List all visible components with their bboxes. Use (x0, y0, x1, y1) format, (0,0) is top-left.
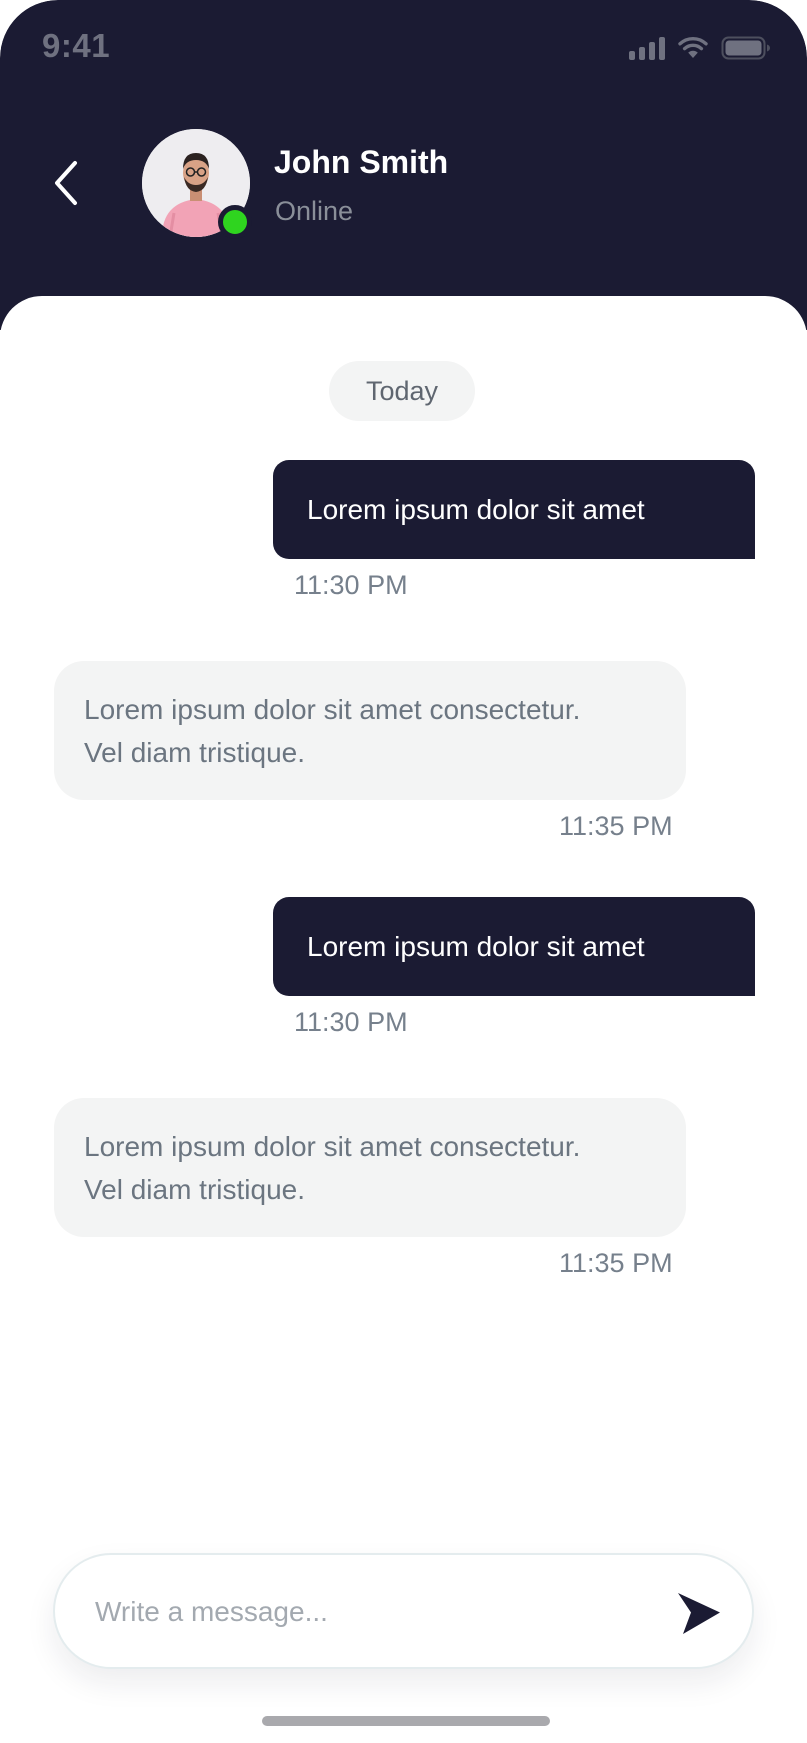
back-button[interactable] (46, 150, 86, 216)
message-composer (53, 1553, 754, 1669)
chat-screen: 9:41 John Smith Online Today Lorem ipsum… (0, 0, 807, 1743)
send-button[interactable] (674, 1589, 724, 1639)
cellular-signal-icon (629, 36, 665, 60)
message-input[interactable] (95, 1589, 655, 1635)
contact-status: Online (275, 196, 354, 226)
chat-header: 9:41 John Smith Online (0, 0, 807, 330)
battery-icon (721, 36, 770, 60)
online-indicator (218, 205, 252, 239)
message-bubble-received[interactable]: Lorem ipsum dolor sit amet consectetur. … (54, 661, 686, 800)
message-bubble-sent[interactable]: Lorem ipsum dolor sit amet (273, 460, 755, 559)
contact-avatar-wrapper[interactable] (142, 129, 252, 239)
message-timestamp: 11:30 PM (294, 1007, 408, 1037)
send-icon (678, 1593, 720, 1634)
message-timestamp: 11:35 PM (559, 811, 673, 841)
wifi-icon (678, 36, 708, 58)
message-bubble-received[interactable]: Lorem ipsum dolor sit amet consectetur. … (54, 1098, 686, 1237)
message-timestamp: 11:30 PM (294, 570, 408, 600)
date-separator: Today (329, 361, 475, 421)
contact-name: John Smith (274, 144, 449, 180)
status-bar: 9:41 (0, 0, 807, 95)
status-icons (629, 30, 771, 66)
chevron-left-icon (55, 161, 77, 205)
status-time: 9:41 (42, 27, 111, 64)
message-timestamp: 11:35 PM (559, 1248, 673, 1278)
message-bubble-sent[interactable]: Lorem ipsum dolor sit amet (273, 897, 755, 996)
home-indicator (262, 1716, 550, 1726)
